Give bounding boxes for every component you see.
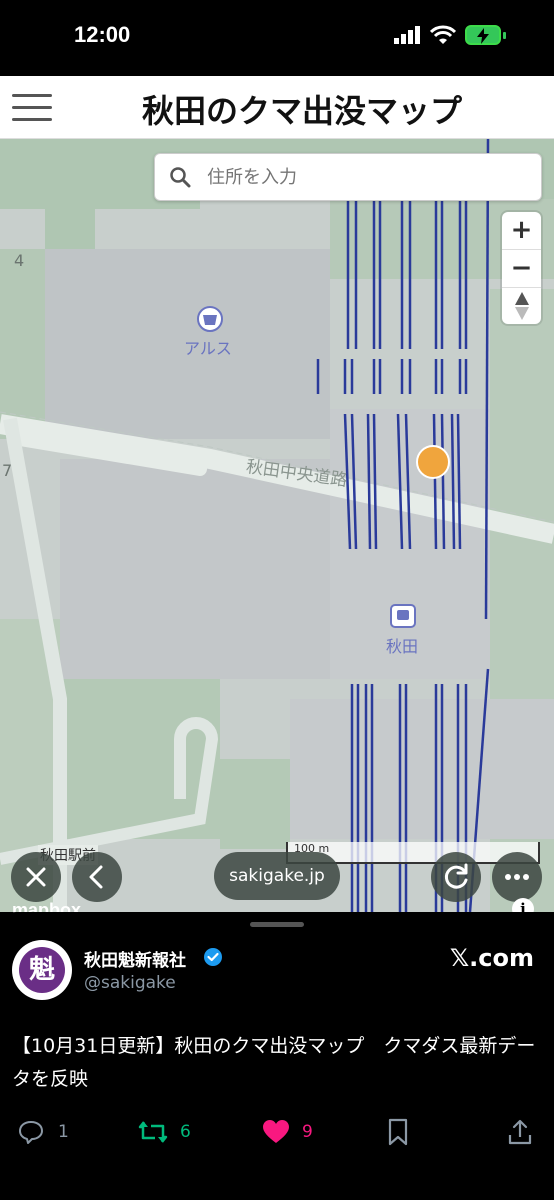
wifi-icon <box>430 25 456 44</box>
map-label-store: アルス <box>184 339 232 358</box>
source-link[interactable]: 𝕏.com <box>450 944 534 972</box>
account-handle[interactable]: @sakigake <box>84 973 176 993</box>
more-icon <box>505 874 529 880</box>
post-card: 魁 秋田魁新報社 @sakigake 𝕏.com 【10月31日更新】秋田のクマ… <box>0 912 554 1200</box>
map-grid-number: 7 <box>2 461 13 480</box>
address-search-box[interactable] <box>154 153 542 201</box>
close-icon <box>26 867 46 887</box>
search-icon <box>170 167 191 188</box>
map-grid-number: 4 <box>14 251 25 270</box>
repost-icon <box>138 1121 168 1143</box>
back-button[interactable] <box>72 852 122 902</box>
reload-button[interactable] <box>431 852 481 902</box>
battery-tip <box>503 32 506 39</box>
url-bar[interactable]: sakigake.jp <box>214 852 340 900</box>
compass-icon <box>514 292 529 320</box>
more-button[interactable] <box>492 852 542 902</box>
compass-button[interactable] <box>502 288 541 325</box>
close-button[interactable] <box>11 852 61 902</box>
battery-icon <box>465 25 501 45</box>
search-input[interactable] <box>205 162 529 192</box>
map-base <box>0 139 554 912</box>
bookmark-icon <box>388 1118 408 1146</box>
verified-badge-icon <box>204 948 222 966</box>
repost-count: 6 <box>180 1122 191 1142</box>
map-label-station: 秋田 <box>386 637 419 656</box>
reply-button[interactable]: 1 <box>18 1112 69 1152</box>
reply-count: 1 <box>58 1122 69 1142</box>
status-time: 12:00 <box>74 22 131 47</box>
map-zoom-control: + − <box>502 212 541 324</box>
zoom-in-button[interactable]: + <box>502 212 541 249</box>
chevron-left-icon <box>89 865 103 889</box>
account-name[interactable]: 秋田魁新報社 <box>84 946 186 971</box>
page-title: 秋田のクマ出没マップ <box>141 92 462 130</box>
bookmark-button[interactable] <box>386 1112 410 1152</box>
reply-icon <box>19 1121 43 1144</box>
like-count: 9 <box>302 1122 313 1142</box>
map-view[interactable]: アルス 秋田中央道路 秋田 4 7 秋田駅前 <box>0 139 554 912</box>
sheet-grabber[interactable] <box>250 922 304 927</box>
zoom-out-button[interactable]: − <box>502 250 541 287</box>
post-text: 【10月31日更新】秋田のクマ出没マップ クマダス最新データを反映 <box>12 1035 536 1090</box>
like-button[interactable]: 9 <box>262 1112 313 1152</box>
app-header: 秋田のクマ出没マップ <box>0 76 554 139</box>
cellular-signal-icon <box>394 26 420 44</box>
share-button[interactable] <box>508 1112 532 1152</box>
share-icon <box>508 1119 532 1145</box>
reload-icon <box>444 863 468 889</box>
bear-sighting-marker[interactable] <box>416 445 450 479</box>
menu-icon[interactable] <box>12 90 52 124</box>
status-bar: 12:00 <box>0 0 554 76</box>
avatar-logo: 魁 <box>19 947 65 993</box>
repost-button[interactable]: 6 <box>138 1112 191 1152</box>
avatar[interactable]: 魁 <box>12 940 72 1000</box>
post-actions: 1 6 9 <box>0 1112 554 1152</box>
heart-icon <box>263 1120 289 1143</box>
